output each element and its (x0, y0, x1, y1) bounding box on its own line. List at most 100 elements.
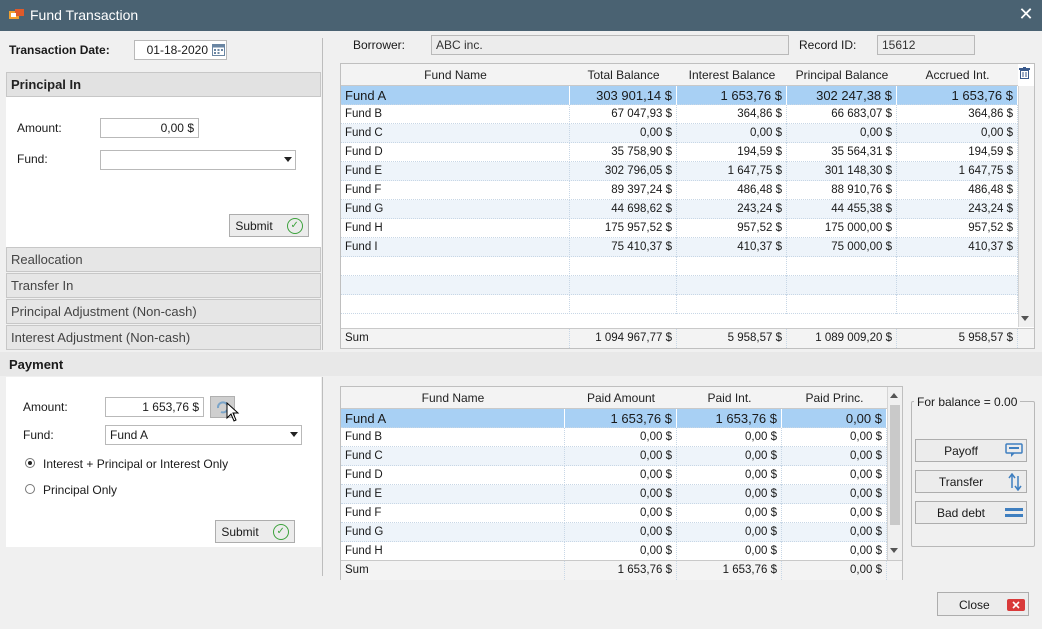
column-header[interactable]: Paid Int. (677, 387, 782, 409)
check-icon: ✓ (286, 217, 303, 234)
table-cell (570, 295, 677, 314)
transfer-in-header[interactable]: Transfer In (6, 273, 321, 298)
table-cell: 66 683,07 $ (787, 105, 897, 124)
radio-principal-only-label[interactable]: Principal Only (43, 483, 117, 497)
scroll-down-icon[interactable] (890, 548, 898, 553)
table-cell: Fund F (341, 181, 570, 200)
column-header[interactable]: Fund Name (341, 387, 565, 409)
table-row[interactable]: Fund C 0,00 $0,00 $0,00 $ (341, 447, 887, 466)
table-row[interactable]: Fund E 302 796,05 $1 647,75 $301 148,30 $… (341, 162, 1018, 181)
table-row[interactable]: Fund D 35 758,90 $194,59 $35 564,31 $194,… (341, 143, 1018, 162)
payment-amount-label: Amount: (23, 400, 68, 414)
table-cell (897, 276, 1018, 295)
table-row[interactable]: Fund C 0,00 $0,00 $0,00 $0,00 $ (341, 124, 1018, 143)
close-label: Close (959, 598, 990, 612)
close-x-icon (1007, 599, 1025, 611)
payment-amount-input[interactable]: 1 653,76 $ (105, 397, 204, 417)
transfer-label: Transfer (938, 475, 984, 489)
radio-principal-only[interactable] (25, 484, 35, 494)
delete-icon[interactable] (1019, 67, 1030, 79)
table-cell: 0,00 $ (782, 428, 887, 447)
table-cell (570, 257, 677, 276)
radio-interest-principal[interactable] (25, 458, 35, 468)
payoff-label: Payoff (944, 444, 978, 458)
chevron-down-icon (290, 432, 298, 437)
table-row[interactable]: Fund A1 653,76 $1 653,76 $0,00 $ (341, 409, 887, 428)
window-close-button[interactable]: ✕ (1017, 4, 1035, 25)
principal-fund-select[interactable] (100, 150, 296, 170)
column-header[interactable]: Paid Amount (565, 387, 677, 409)
window-title: Fund Transaction (30, 7, 139, 23)
payment-header-bar (0, 352, 1042, 376)
table-row[interactable]: Fund F 89 397,24 $486,48 $88 910,76 $486,… (341, 181, 1018, 200)
interest-adjustment-header[interactable]: Interest Adjustment (Non-cash) (6, 325, 321, 350)
close-button[interactable]: Close (937, 592, 1029, 616)
table-cell: 0,00 $ (782, 523, 887, 542)
principal-amount-input[interactable]: 0,00 $ (100, 118, 199, 138)
table-cell (787, 257, 897, 276)
table-row[interactable]: Fund D 0,00 $0,00 $0,00 $ (341, 466, 887, 485)
column-header[interactable]: Principal Balance (787, 64, 897, 86)
table-row[interactable]: Fund I 75 410,37 $410,37 $75 000,00 $410,… (341, 238, 1018, 257)
empty-row[interactable] (341, 257, 1018, 276)
table-row[interactable]: Fund A 303 901,14 $1 653,76 $302 247,38 $… (341, 86, 1018, 105)
table-cell: Fund G (341, 200, 570, 219)
empty-row[interactable] (341, 276, 1018, 295)
table-cell: 0,00 $ (782, 447, 887, 466)
payment-submit-label: Submit (221, 524, 259, 539)
empty-row[interactable] (341, 295, 1018, 314)
sum-cell: 5 958,57 $ (897, 329, 1018, 348)
principal-adjustment-header[interactable]: Principal Adjustment (Non-cash) (6, 299, 321, 324)
table-cell: 1 653,76 $ (897, 86, 1018, 105)
chevron-down-icon (284, 157, 292, 162)
table-cell: 1 647,75 $ (677, 162, 787, 181)
sum-cell: 1 653,76 $ (677, 561, 782, 580)
scroll-up-icon[interactable] (890, 393, 898, 398)
scrollbar-thumb[interactable] (890, 405, 900, 525)
table-row[interactable]: Fund G 44 698,62 $243,24 $44 455,38 $243,… (341, 200, 1018, 219)
column-header[interactable]: Fund Name (341, 64, 570, 86)
payment-fund-select[interactable]: Fund A (105, 425, 302, 445)
payment-submit-button[interactable]: Submit ✓ (215, 520, 295, 543)
table-cell: 194,59 $ (677, 143, 787, 162)
table-cell: 301 148,30 $ (787, 162, 897, 181)
calendar-icon[interactable] (212, 43, 225, 56)
payment-scrollbar[interactable] (887, 387, 902, 560)
payment-sum-row: Sum 1 653,76 $1 653,76 $0,00 $ (341, 560, 902, 580)
record-id-label: Record ID: (799, 38, 857, 52)
table-row[interactable]: Fund B 0,00 $0,00 $0,00 $ (341, 428, 887, 447)
payoff-button[interactable]: Payoff (915, 439, 1027, 462)
table-row[interactable]: Fund F 0,00 $0,00 $0,00 $ (341, 504, 887, 523)
payment-title[interactable]: Payment (9, 357, 63, 372)
table-row[interactable]: Fund E 0,00 $0,00 $0,00 $ (341, 485, 887, 504)
table-cell: 0,00 $ (782, 542, 887, 561)
table-cell (677, 295, 787, 314)
table-cell: 0,00 $ (565, 447, 677, 466)
column-header[interactable]: Interest Balance (677, 64, 787, 86)
column-header[interactable]: Paid Princ. (782, 387, 887, 409)
table-row[interactable]: Fund B 67 047,93 $364,86 $66 683,07 $364,… (341, 105, 1018, 124)
table-cell: 486,48 $ (897, 181, 1018, 200)
principal-in-header[interactable]: Principal In (6, 72, 321, 97)
table-cell: 302 247,38 $ (787, 86, 897, 105)
reallocation-header[interactable]: Reallocation (6, 247, 321, 272)
radio-interest-principal-label[interactable]: Interest + Principal or Interest Only (43, 457, 228, 471)
table-cell: 44 698,62 $ (570, 200, 677, 219)
table-cell (787, 276, 897, 295)
table-row[interactable]: Fund G 0,00 $0,00 $0,00 $ (341, 523, 887, 542)
table-cell: 0,00 $ (897, 124, 1018, 143)
balance-scrollbar[interactable] (1018, 86, 1034, 327)
table-cell: Fund I (341, 238, 570, 257)
table-cell: 0,00 $ (677, 466, 782, 485)
column-header[interactable]: Accrued Int. (897, 64, 1018, 86)
bad-debt-button[interactable]: Bad debt (915, 501, 1027, 524)
table-row[interactable]: Fund H 175 957,52 $957,52 $175 000,00 $95… (341, 219, 1018, 238)
principal-submit-button[interactable]: Submit ✓ (229, 214, 309, 237)
column-header[interactable]: Total Balance (570, 64, 677, 86)
transfer-button[interactable]: Transfer (915, 470, 1027, 493)
sum-cell: 1 089 009,20 $ (787, 329, 897, 348)
table-cell: 0,00 $ (565, 485, 677, 504)
table-row[interactable]: Fund H 0,00 $0,00 $0,00 $ (341, 542, 887, 561)
table-cell: 75 410,37 $ (570, 238, 677, 257)
scroll-down-icon[interactable] (1021, 316, 1029, 321)
